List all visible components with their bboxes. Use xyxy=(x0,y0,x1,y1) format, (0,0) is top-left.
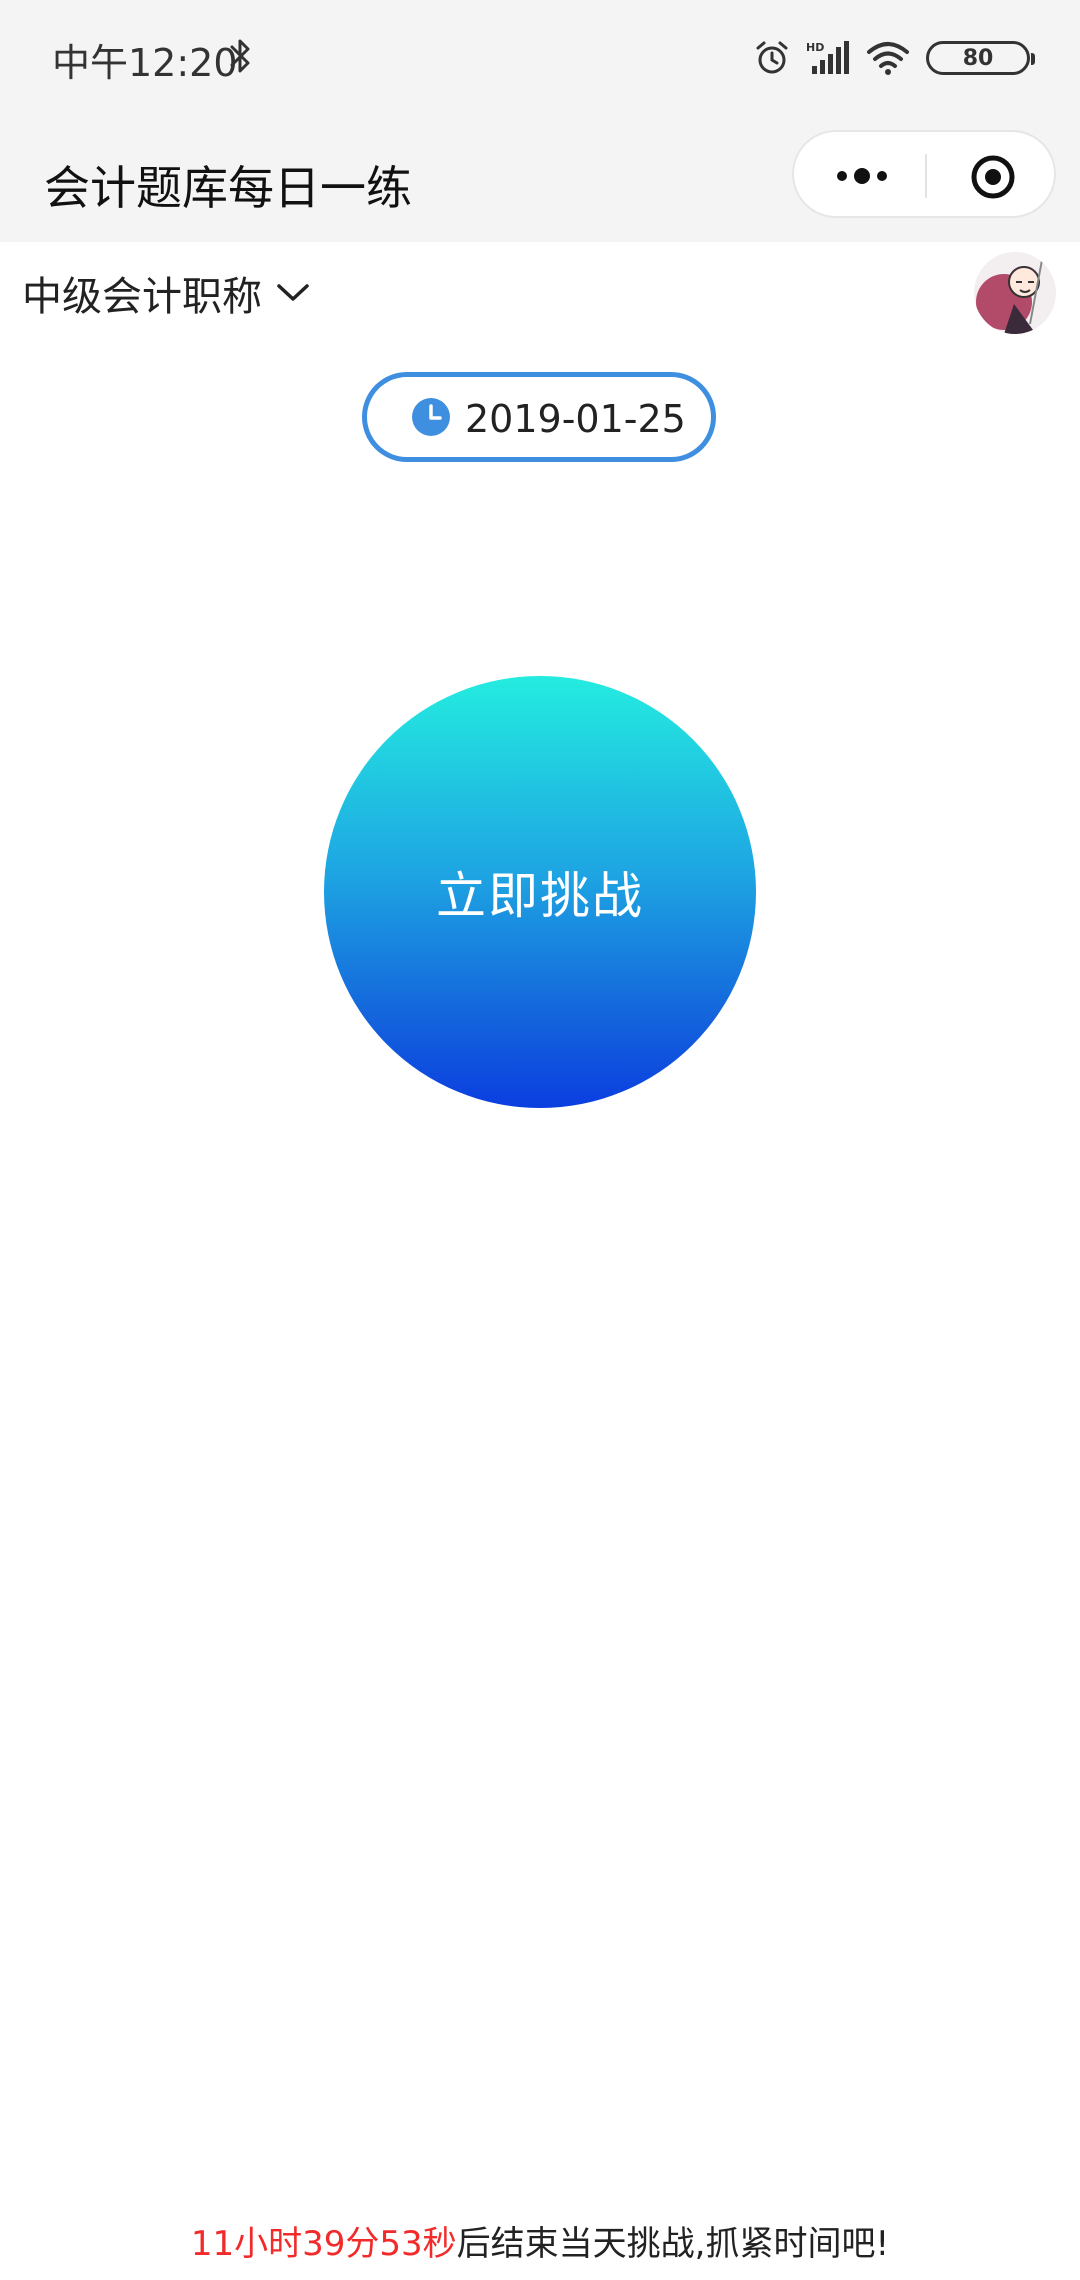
chevron-down-icon xyxy=(277,284,309,301)
category-selector[interactable]: 中级会计职称 xyxy=(22,264,310,322)
date-text: 2019-01-25 xyxy=(465,397,686,441)
date-display: 2019-01-25 xyxy=(362,372,716,462)
category-label: 中级会计职称 xyxy=(22,274,262,320)
svg-text:HD: HD xyxy=(806,41,824,54)
battery-level: 80 xyxy=(962,45,994,71)
avatar-illustration xyxy=(974,252,1056,334)
status-time: 中午12:20 xyxy=(52,41,238,85)
alarm-icon xyxy=(756,41,788,74)
wifi-icon xyxy=(867,42,909,75)
page-title: 会计题库每日一练 xyxy=(44,161,412,215)
battery-icon: 80 xyxy=(926,41,1035,75)
capsule-divider xyxy=(925,154,927,198)
start-challenge-button[interactable]: 立即挑战 xyxy=(324,676,756,1108)
countdown-message: 11小时39分53秒后结束当天挑战,抓紧时间吧! xyxy=(0,2216,1080,2265)
category-row: 中级会计职称 xyxy=(0,242,1080,342)
countdown-time: 11小时39分53秒 xyxy=(190,2224,457,2264)
hd-signal-icon: HD xyxy=(806,41,849,74)
nav-bar: 会计题库每日一练 xyxy=(0,116,1080,242)
status-icons: HD 80 xyxy=(754,36,1035,80)
status-bar: 中午12:20 HD 80 xyxy=(0,0,1080,116)
clock-icon xyxy=(412,398,450,436)
avatar[interactable] xyxy=(974,252,1056,334)
more-dots-icon[interactable] xyxy=(832,160,892,192)
bluetooth-icon xyxy=(230,39,250,73)
close-target-icon[interactable] xyxy=(970,154,1016,200)
capsule-menu xyxy=(792,130,1056,218)
start-challenge-label: 立即挑战 xyxy=(436,867,644,925)
countdown-text: 后结束当天挑战,抓紧时间吧! xyxy=(456,2224,890,2264)
